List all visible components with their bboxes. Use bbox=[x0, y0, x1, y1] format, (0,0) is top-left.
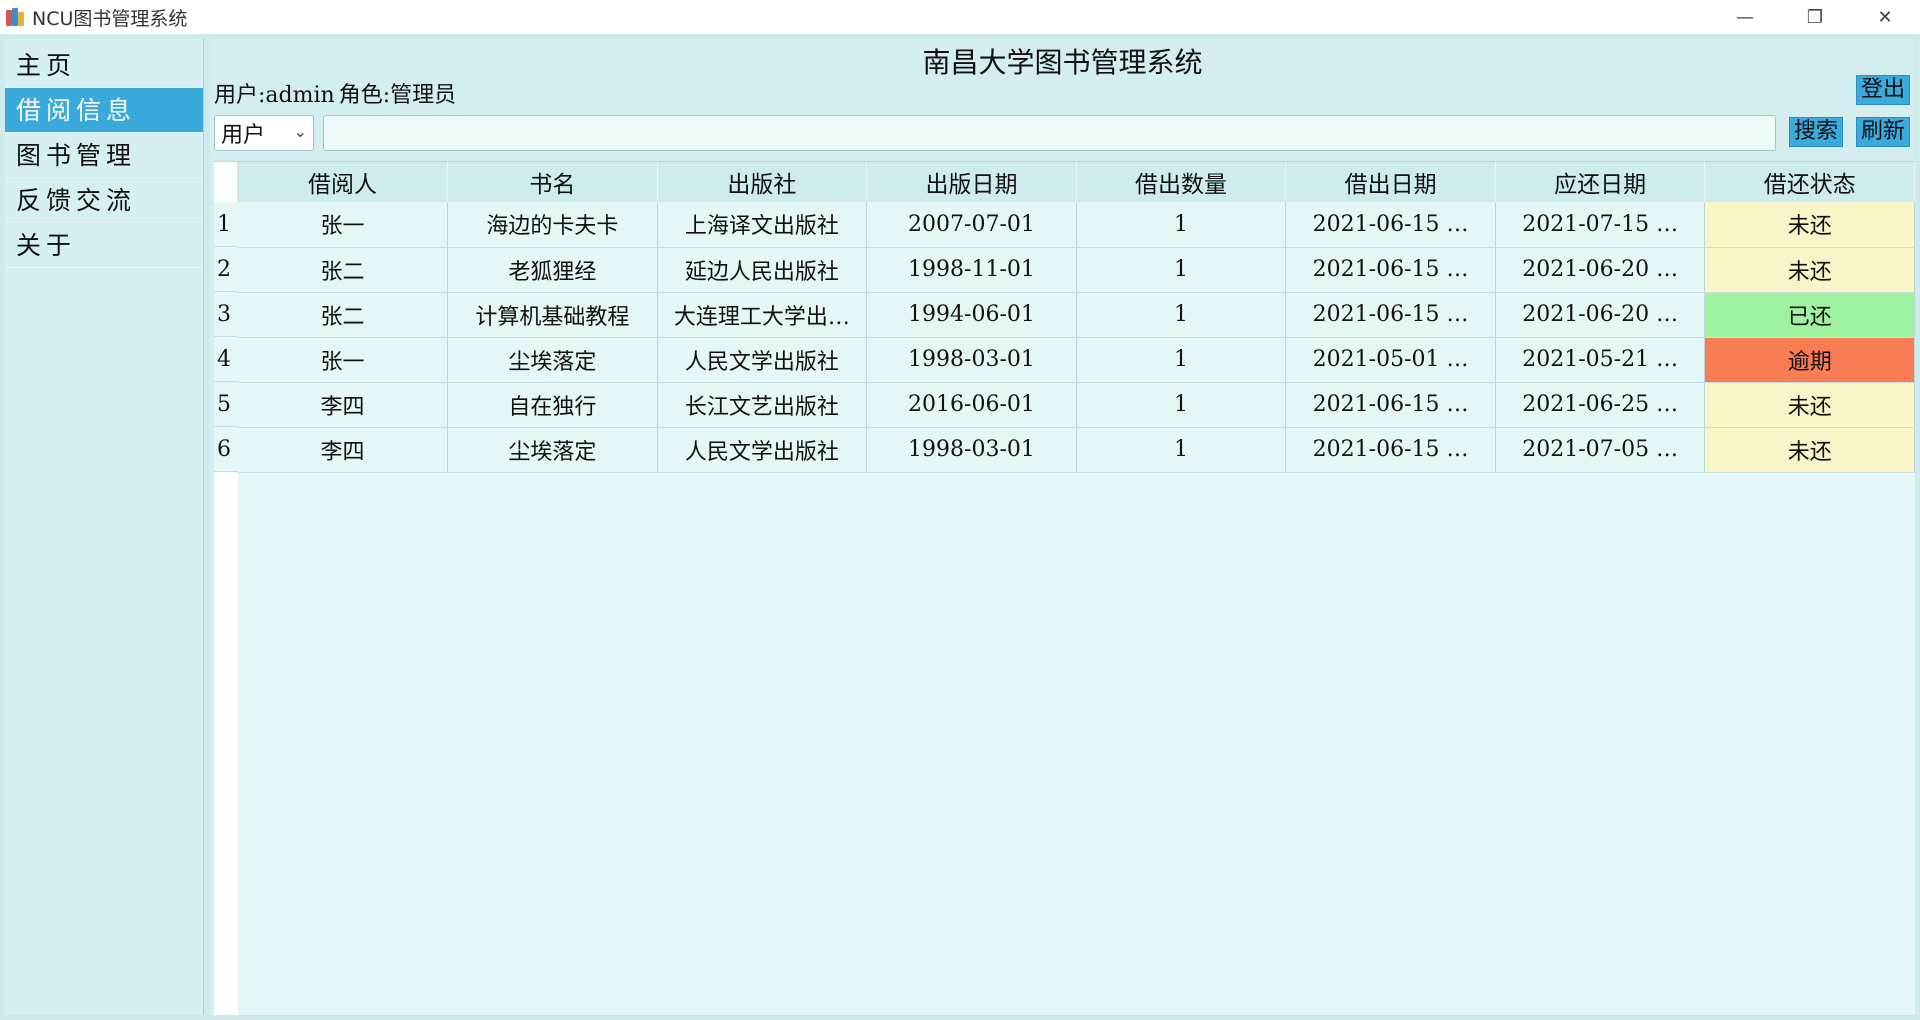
page-title: 南昌大学图书管理系统 bbox=[922, 46, 1203, 79]
cell-quantity[interactable]: 1 bbox=[1076, 427, 1287, 473]
cell-publisher[interactable]: 长江文艺出版社 bbox=[657, 382, 868, 428]
cell-publisher[interactable]: 延边人民出版社 bbox=[657, 247, 868, 293]
title-bar: NCU图书管理系统 — ❐ ✕ bbox=[0, 0, 1920, 34]
cell-book[interactable]: 自在独行 bbox=[447, 382, 658, 428]
cell-due-date[interactable]: 2021-07-05 … bbox=[1495, 427, 1706, 473]
sidebar-item-book-management[interactable]: 图书管理 bbox=[5, 133, 203, 178]
refresh-button[interactable]: 刷新 bbox=[1855, 117, 1910, 147]
cell-pub-date[interactable]: 2007-07-01 bbox=[866, 202, 1077, 248]
cell-due-date[interactable]: 2021-07-15 … bbox=[1495, 202, 1706, 248]
cell-publisher[interactable]: 大连理工大学出… bbox=[657, 292, 868, 338]
sidebar-item-feedback[interactable]: 反馈交流 bbox=[5, 178, 203, 223]
cell-borrower[interactable]: 张二 bbox=[238, 292, 449, 338]
cell-book[interactable]: 尘埃落定 bbox=[447, 337, 658, 383]
sidebar-item-borrow-info[interactable]: 借阅信息 bbox=[5, 88, 203, 133]
search-field-select[interactable]: 用户 ⌄ bbox=[214, 115, 314, 151]
cell-book[interactable]: 计算机基础教程 bbox=[447, 292, 658, 338]
search-button[interactable]: 搜索 bbox=[1788, 117, 1843, 147]
cell-pub-date[interactable]: 1994-06-01 bbox=[866, 292, 1077, 338]
row-number[interactable]: 3 bbox=[214, 292, 238, 337]
cell-pub-date[interactable]: 1998-03-01 bbox=[866, 337, 1077, 383]
cell-borrower[interactable]: 李四 bbox=[238, 382, 449, 428]
sidebar-item-about[interactable]: 关于 bbox=[5, 223, 203, 268]
close-icon[interactable]: ✕ bbox=[1850, 0, 1920, 34]
table-row[interactable]: 张二 计算机基础教程 大连理工大学出… 1994-06-01 1 2021-06… bbox=[238, 292, 1915, 338]
cell-pub-date[interactable]: 2016-06-01 bbox=[866, 382, 1077, 428]
cell-borrower[interactable]: 李四 bbox=[238, 427, 449, 473]
row-number[interactable]: 2 bbox=[214, 247, 238, 292]
column-header-publisher[interactable]: 出版社 bbox=[657, 162, 868, 202]
cell-pub-date[interactable]: 1998-11-01 bbox=[866, 247, 1077, 293]
restore-icon[interactable]: ❐ bbox=[1780, 0, 1850, 34]
borrow-table: 1 2 3 4 5 6 借阅人 书名 出版社 出版日期 借出数量 借出日期 应还… bbox=[214, 161, 1915, 1015]
table-row[interactable]: 张二 老狐狸经 延边人民出版社 1998-11-01 1 2021-06-15 … bbox=[238, 247, 1915, 293]
cell-quantity[interactable]: 1 bbox=[1076, 337, 1287, 383]
cell-book[interactable]: 老狐狸经 bbox=[447, 247, 658, 293]
cell-status[interactable]: 未还 bbox=[1704, 247, 1915, 293]
cell-due-date[interactable]: 2021-06-20 … bbox=[1495, 247, 1706, 293]
table-row[interactable]: 李四 尘埃落定 人民文学出版社 1998-03-01 1 2021-06-15 … bbox=[238, 427, 1915, 473]
search-field-value: 用户 bbox=[221, 123, 266, 148]
search-input[interactable] bbox=[323, 115, 1776, 151]
cell-borrower[interactable]: 张一 bbox=[238, 202, 449, 248]
cell-pub-date[interactable]: 1998-03-01 bbox=[866, 427, 1077, 473]
cell-status[interactable]: 未还 bbox=[1704, 202, 1915, 248]
table-corner[interactable] bbox=[214, 162, 238, 202]
cell-quantity[interactable]: 1 bbox=[1076, 382, 1287, 428]
books-icon bbox=[4, 6, 26, 28]
cell-publisher[interactable]: 人民文学出版社 bbox=[657, 427, 868, 473]
sidebar: 主页 借阅信息 图书管理 反馈交流 关于 bbox=[5, 39, 204, 1015]
window-title: NCU图书管理系统 bbox=[32, 7, 188, 30]
cell-out-date[interactable]: 2021-06-15 … bbox=[1285, 382, 1496, 428]
cell-out-date[interactable]: 2021-06-15 … bbox=[1285, 292, 1496, 338]
cell-status[interactable]: 逾期 bbox=[1704, 337, 1915, 383]
cell-out-date[interactable]: 2021-05-01 … bbox=[1285, 337, 1496, 383]
logout-button[interactable]: 登出 bbox=[1855, 75, 1910, 105]
sidebar-item-home[interactable]: 主页 bbox=[5, 43, 203, 88]
cell-book[interactable]: 尘埃落定 bbox=[447, 427, 658, 473]
cell-due-date[interactable]: 2021-06-25 … bbox=[1495, 382, 1706, 428]
role-label: 角色:管理员 bbox=[338, 83, 457, 108]
chevron-down-icon: ⌄ bbox=[293, 122, 307, 141]
cell-due-date[interactable]: 2021-05-21 … bbox=[1495, 337, 1706, 383]
column-header-due-date[interactable]: 应还日期 bbox=[1495, 162, 1706, 202]
row-number[interactable]: 4 bbox=[214, 337, 238, 382]
cell-publisher[interactable]: 人民文学出版社 bbox=[657, 337, 868, 383]
table-row[interactable]: 李四 自在独行 长江文艺出版社 2016-06-01 1 2021-06-15 … bbox=[238, 382, 1915, 428]
minimize-icon[interactable]: — bbox=[1710, 0, 1780, 34]
cell-status[interactable]: 已还 bbox=[1704, 292, 1915, 338]
cell-out-date[interactable]: 2021-06-15 … bbox=[1285, 202, 1496, 248]
row-number[interactable]: 5 bbox=[214, 382, 238, 427]
main-panel: 南昌大学图书管理系统 用户:admin 角色:管理员 登出 用户 ⌄ 搜索 刷新… bbox=[210, 39, 1915, 1015]
row-number[interactable]: 6 bbox=[214, 427, 238, 472]
cell-quantity[interactable]: 1 bbox=[1076, 292, 1287, 338]
cell-status[interactable]: 未还 bbox=[1704, 427, 1915, 473]
cell-publisher[interactable]: 上海译文出版社 bbox=[657, 202, 868, 248]
column-header-pub-date[interactable]: 出版日期 bbox=[866, 162, 1077, 202]
table-row[interactable]: 张一 尘埃落定 人民文学出版社 1998-03-01 1 2021-05-01 … bbox=[238, 337, 1915, 383]
column-header-book[interactable]: 书名 bbox=[447, 162, 658, 202]
column-header-status[interactable]: 借还状态 bbox=[1704, 162, 1915, 202]
window-controls: — ❐ ✕ bbox=[1710, 0, 1920, 34]
user-info: 用户:admin 角色:管理员 bbox=[214, 77, 456, 109]
cell-out-date[interactable]: 2021-06-15 … bbox=[1285, 247, 1496, 293]
cell-quantity[interactable]: 1 bbox=[1076, 247, 1287, 293]
cell-borrower[interactable]: 张二 bbox=[238, 247, 449, 293]
column-header-quantity[interactable]: 借出数量 bbox=[1076, 162, 1287, 202]
cell-book[interactable]: 海边的卡夫卡 bbox=[447, 202, 658, 248]
table-row[interactable]: 张一 海边的卡夫卡 上海译文出版社 2007-07-01 1 2021-06-1… bbox=[238, 202, 1915, 248]
cell-out-date[interactable]: 2021-06-15 … bbox=[1285, 427, 1496, 473]
cell-due-date[interactable]: 2021-06-20 … bbox=[1495, 292, 1706, 338]
data-table: 借阅人 书名 出版社 出版日期 借出数量 借出日期 应还日期 借还状态 张一 海… bbox=[238, 162, 1915, 473]
table-header-row: 借阅人 书名 出版社 出版日期 借出数量 借出日期 应还日期 借还状态 bbox=[238, 162, 1915, 202]
cell-quantity[interactable]: 1 bbox=[1076, 202, 1287, 248]
column-header-out-date[interactable]: 借出日期 bbox=[1285, 162, 1496, 202]
column-header-borrower[interactable]: 借阅人 bbox=[238, 162, 449, 202]
cell-borrower[interactable]: 张一 bbox=[238, 337, 449, 383]
user-label: 用户:admin bbox=[214, 83, 335, 108]
row-number[interactable]: 1 bbox=[214, 202, 238, 247]
cell-status[interactable]: 未还 bbox=[1704, 382, 1915, 428]
